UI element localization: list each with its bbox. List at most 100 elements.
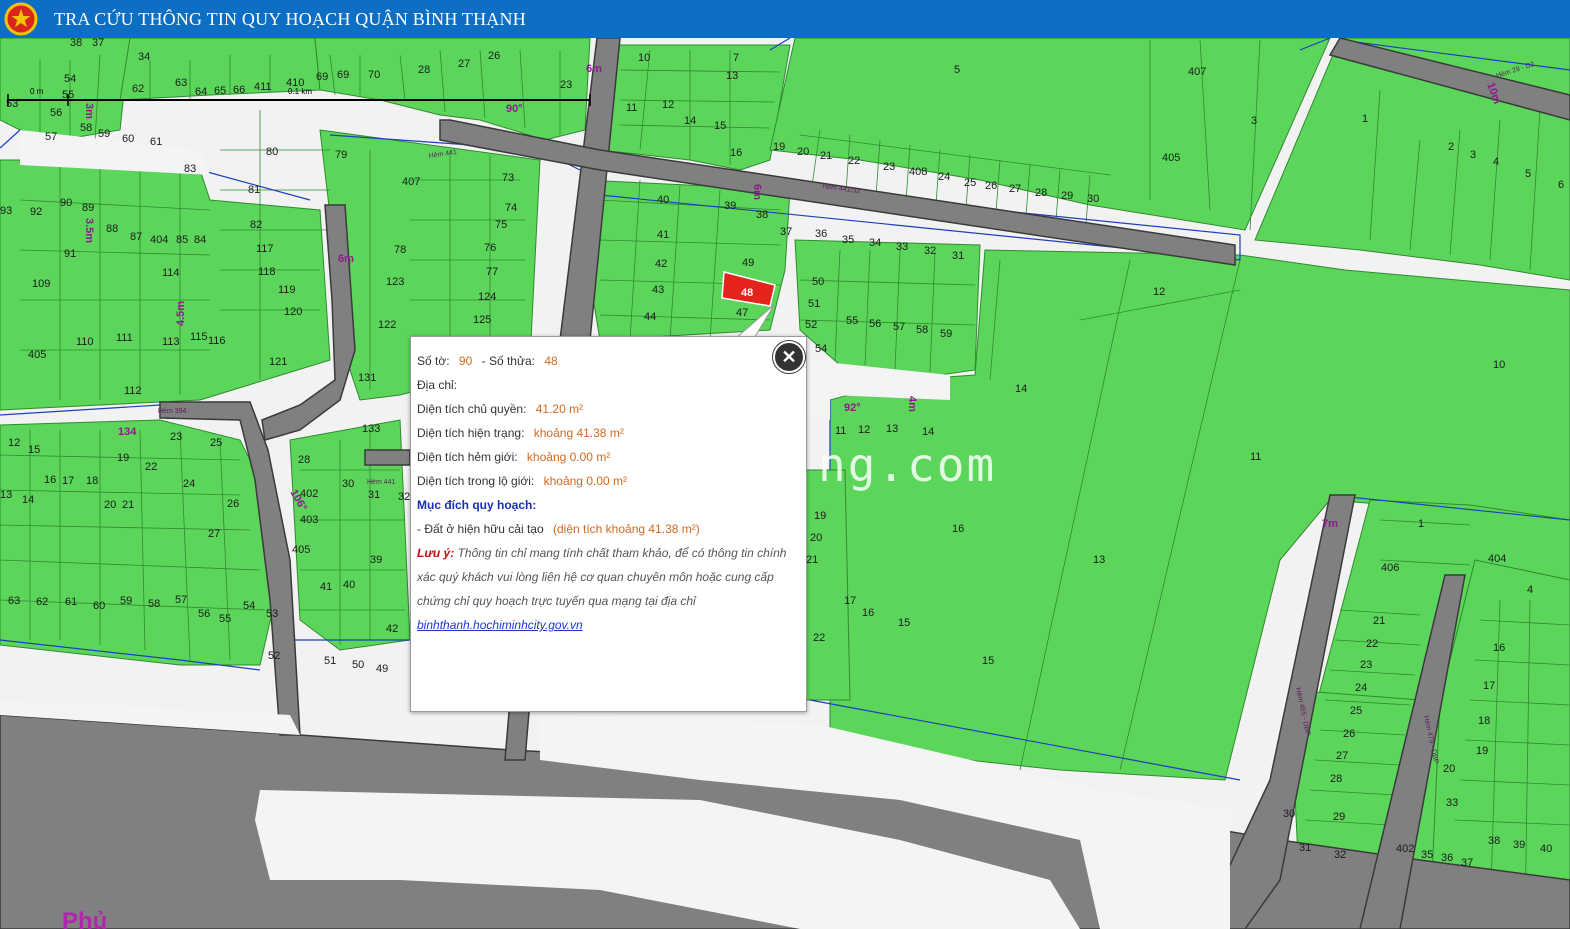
lot-number: 51 [808, 298, 820, 310]
website-link[interactable]: binhthanh.hochiminhcity.gov.vn [417, 618, 583, 632]
lot-number: 19 [814, 510, 826, 522]
app-header: TRA CỨU THÔNG TIN QUY HOẠCH QUẬN BÌNH TH… [0, 0, 1570, 38]
lot-number: 15 [898, 617, 910, 629]
close-button[interactable]: ✕ [773, 341, 805, 373]
lot-number: 63 [8, 595, 20, 607]
so-to-label: Số tờ: [417, 354, 450, 368]
lot-number: 52 [268, 650, 280, 662]
lot-number: 402 [1396, 843, 1414, 855]
lot-number: 58 [148, 598, 160, 610]
lot-number: 30 [1283, 808, 1295, 820]
lot-number: 111 [116, 332, 133, 344]
lot-number: 405 [1162, 152, 1180, 164]
lot-number: 133 [362, 423, 380, 435]
lot-number: 37 [780, 226, 792, 238]
lot-number: 11 [626, 102, 637, 114]
lot-number: 4 [1493, 156, 1499, 168]
lot-number: 79 [335, 149, 347, 161]
lot-number: 27 [458, 58, 470, 70]
lot-number: 406 [1381, 562, 1399, 574]
lot-number: 116 [208, 335, 226, 347]
popup-sheet-row: Số tờ: 90 - Số thửa: 48 [417, 354, 558, 368]
lot-number: 61 [150, 136, 162, 148]
lot-number: 62 [36, 596, 48, 608]
lot-number: 49 [742, 257, 754, 269]
owned-area-value: 41.20 m² [535, 402, 584, 416]
lot-number: 54 [815, 343, 827, 355]
lot-number: 20 [104, 499, 116, 511]
lot-number: 5 [1525, 168, 1531, 180]
lot-number: 3 [1251, 115, 1257, 127]
lot-number: 53 [266, 608, 278, 620]
lot-number: 92 [30, 206, 42, 218]
lot-number: 14 [684, 115, 696, 127]
lot-number: 35 [842, 234, 854, 246]
lot-number: 69 [337, 69, 349, 81]
lot-number: 21 [122, 499, 134, 511]
lot-number: 74 [505, 202, 517, 214]
lot-number: 40 [657, 194, 669, 206]
lot-number: 21 [806, 554, 818, 566]
lot-number: 27 [208, 528, 220, 540]
road-area-label: Diện tích trong lộ giới: [417, 474, 535, 488]
lot-number: 40 [343, 579, 355, 591]
lot-number: 56 [50, 107, 62, 119]
street-label: Hẻm 394 [158, 408, 187, 415]
lot-number: 61 [65, 596, 77, 608]
lot-number: 31 [368, 489, 380, 501]
lot-number: 113 [162, 336, 180, 348]
lot-number: 407 [402, 176, 420, 188]
lot-number: 11 [1250, 451, 1261, 463]
lot-number: 93 [0, 205, 12, 217]
lot-number: 57 [893, 321, 905, 333]
dimension-label: 6m [751, 184, 763, 200]
lot-number: 22 [145, 461, 157, 473]
popup-owned-area-row: Diện tích chủ quyền: 41.20 m² [417, 402, 583, 416]
lot-number: 82 [250, 219, 262, 231]
dimension-label: 3.5m [83, 218, 95, 243]
lot-number: 19 [117, 452, 129, 464]
planning-purpose-area: (diện tích khoảng 41.38 m²) [552, 522, 700, 536]
note-label: Lưu ý: [417, 546, 455, 560]
lot-number: 10 [638, 52, 650, 64]
lot-number: 56 [869, 318, 881, 330]
lot-number: 5 [954, 64, 960, 76]
lot-number: 20 [797, 146, 809, 158]
lot-number: 84 [194, 234, 206, 246]
lot-number: 77 [486, 266, 498, 278]
dimension-label: 7m [1322, 518, 1338, 530]
dimension-label: 92° [844, 402, 861, 414]
lot-number: 13 [886, 423, 898, 435]
lot-number: 35 [1421, 849, 1433, 861]
lot-number: 407 [1188, 66, 1206, 78]
lot-number: 13 [0, 489, 12, 501]
lot-number: 55 [219, 613, 231, 625]
lot-number: 91 [64, 248, 76, 260]
lot-number: 124 [478, 291, 496, 303]
alley-area-label: Diện tích hẻm giới: [417, 450, 518, 464]
lot-number: 26 [1343, 728, 1355, 740]
note-text: Thông tin chỉ mang tính chất tham khảo, … [417, 546, 787, 608]
lot-number: 39 [1513, 839, 1525, 851]
current-area-label: Diện tích hiện trạng: [417, 426, 525, 440]
owned-area-label: Diện tích chủ quyền: [417, 402, 527, 416]
lot-number: 57 [175, 594, 187, 606]
lot-number: 31 [1299, 842, 1311, 854]
lot-number: 90 [60, 197, 72, 209]
lot-number: 22 [848, 155, 860, 167]
lot-number: 88 [106, 223, 118, 235]
lot-number: 24 [183, 478, 195, 490]
planning-purpose-item: - Đất ở hiện hữu cải tạo [417, 522, 544, 536]
lot-number: 32 [1334, 849, 1346, 861]
lot-number: 23 [170, 431, 182, 443]
lot-number: 20 [1443, 763, 1455, 775]
parcel-info-popup: ✕ Số tờ: 90 - Số thửa: 48 Địa chỉ: Diện … [410, 336, 807, 712]
lot-number: 27 [1009, 183, 1021, 195]
lot-number: 81 [248, 184, 260, 196]
lot-number: 36 [815, 228, 827, 240]
lot-number: 28 [298, 454, 310, 466]
lot-number: 22 [813, 632, 825, 644]
current-area-value: khoảng 41.38 m² [533, 426, 624, 440]
lot-number: 14 [1015, 383, 1027, 395]
lot-number: 15 [714, 120, 726, 132]
